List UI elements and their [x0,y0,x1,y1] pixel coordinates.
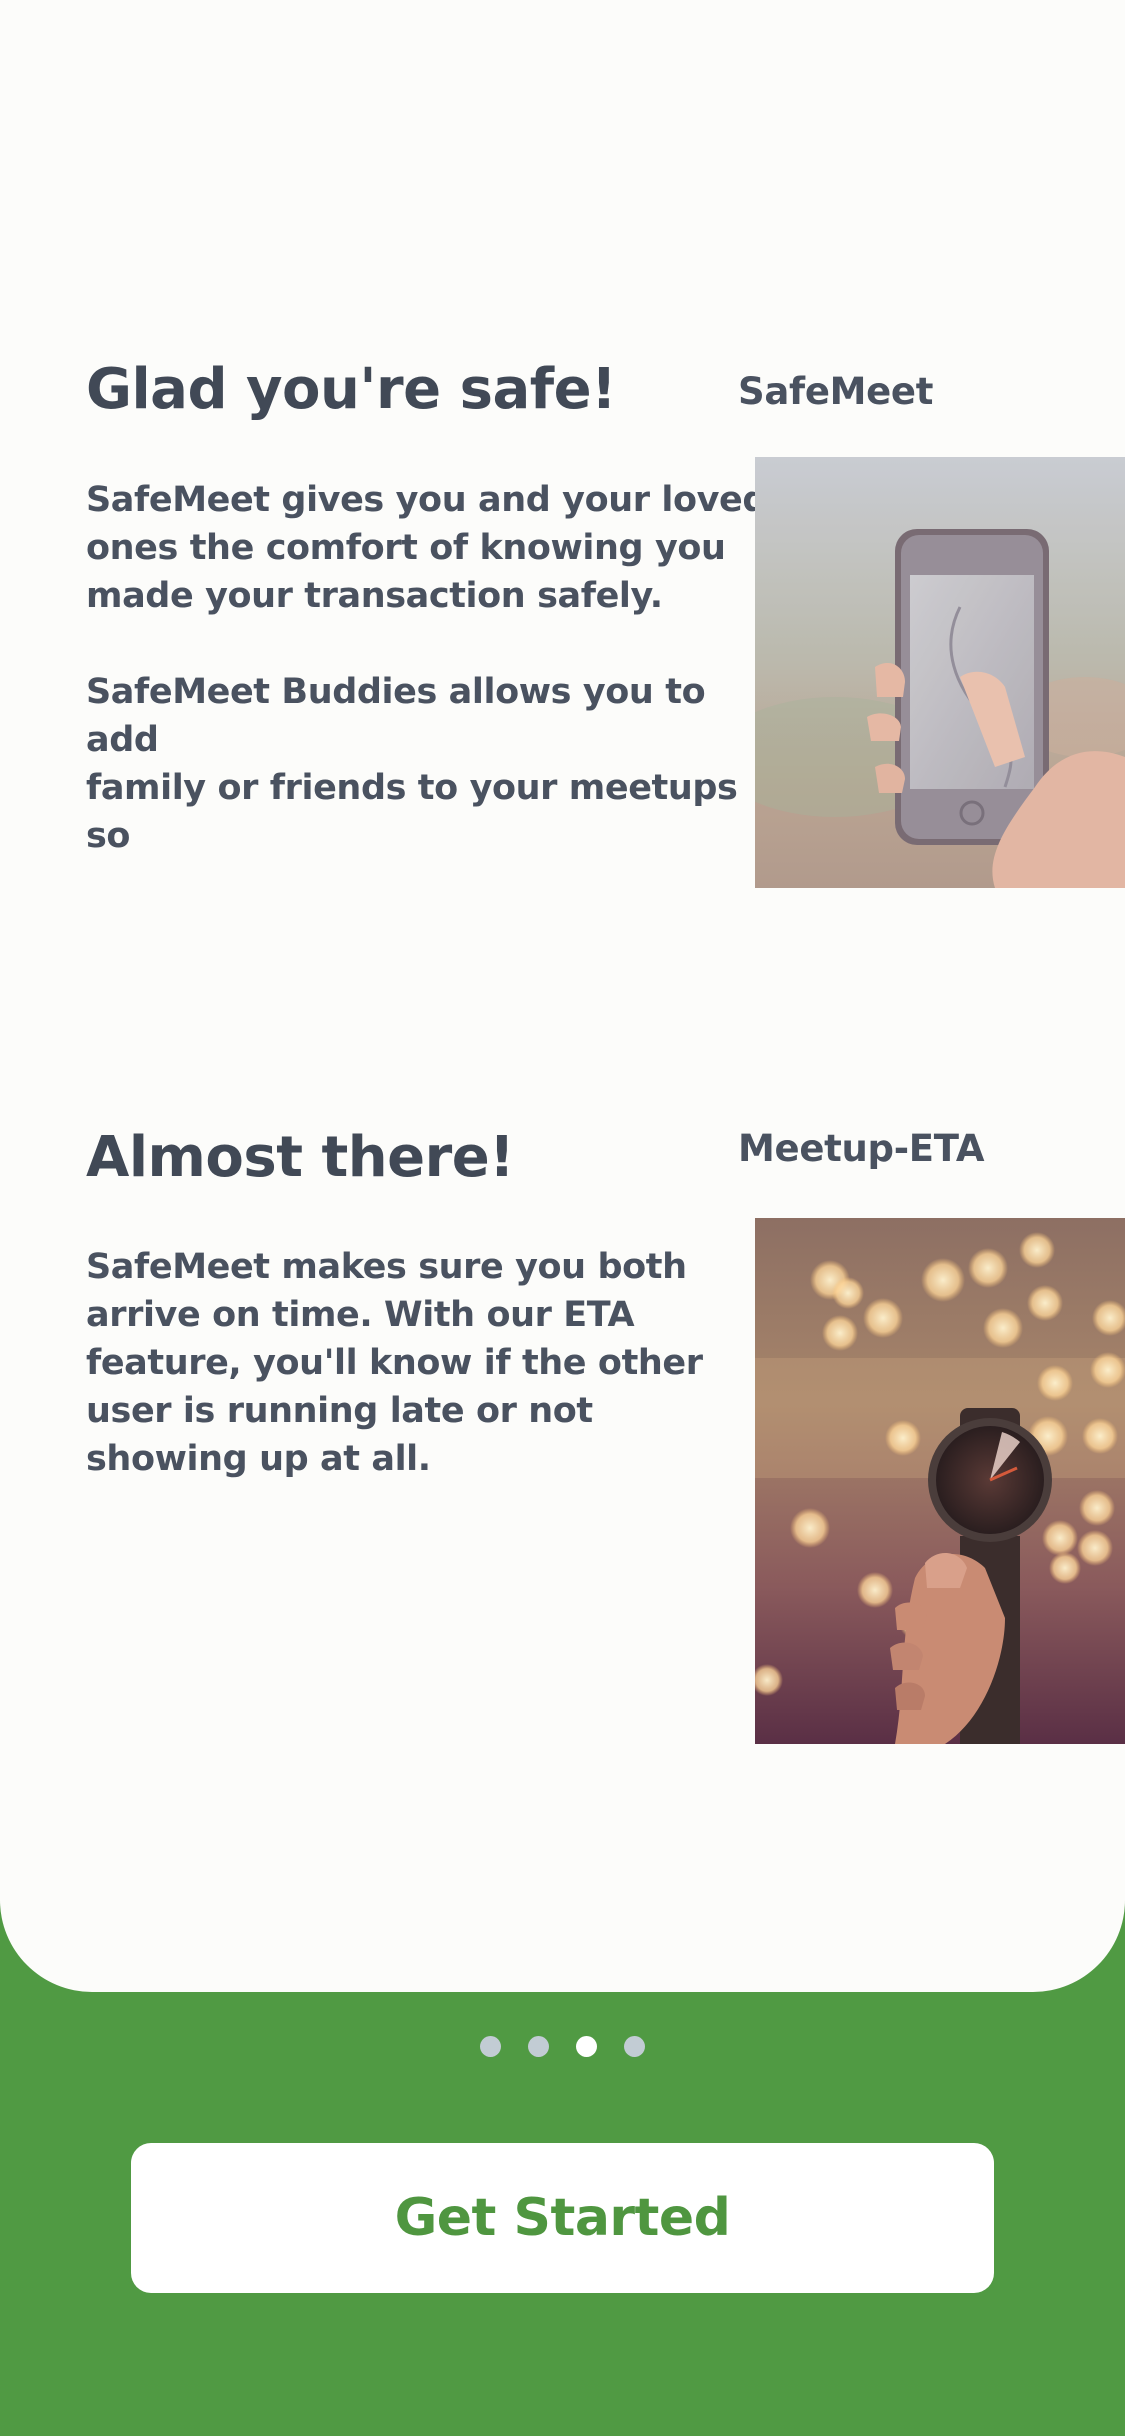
slide-2-body-line: SafeMeet makes sure you both [86,1247,687,1287]
slide-1-body-line [86,620,726,668]
page-dot-3-active[interactable] [576,2036,597,2057]
slide-2-heading: Almost there! [86,1125,515,1190]
slide-1-body-line: SafeMeet Buddies allows you to [86,672,706,712]
slide-1-body: SafeMeet gives you and your loved ones t… [86,476,768,860]
onboarding-card: Glad you're safe! SafeMeet gives you and… [0,0,1125,1992]
slide-1-body-line: so [86,816,131,856]
slide-2-body-line: showing up at all. [86,1439,431,1479]
page-dot-1[interactable] [480,2036,501,2057]
page-dot-4[interactable] [624,2036,645,2057]
phone-map-photo [755,457,1125,888]
slide-1-heading: Glad you're safe! [86,357,617,422]
slide-2-body: SafeMeet makes sure you both arrive on t… [86,1243,726,1483]
slide-1-body-line: SafeMeet gives you and your loved [86,480,768,520]
pagination-dots [0,2036,1125,2057]
slide-1-side-title: SafeMeet [738,370,934,413]
slide-1-body-line: made your transaction safely. [86,576,663,616]
slide-2-body-line: feature, you'll know if the other [86,1343,703,1383]
slide-2-side-title: Meetup-ETA [738,1127,985,1170]
slide-2-body-line: user is running late or not [86,1391,593,1431]
slide-1-body-line: ones the comfort of knowing you [86,528,726,568]
get-started-button[interactable]: Get Started [131,2143,994,2293]
watch-bokeh-photo [755,1218,1125,1744]
slide-1-body-line: family or friends to your meetups [86,768,738,808]
page-dot-2[interactable] [528,2036,549,2057]
slide-2-body-line: arrive on time. With our ETA [86,1295,635,1335]
slide-1-body-line: add [86,720,159,760]
